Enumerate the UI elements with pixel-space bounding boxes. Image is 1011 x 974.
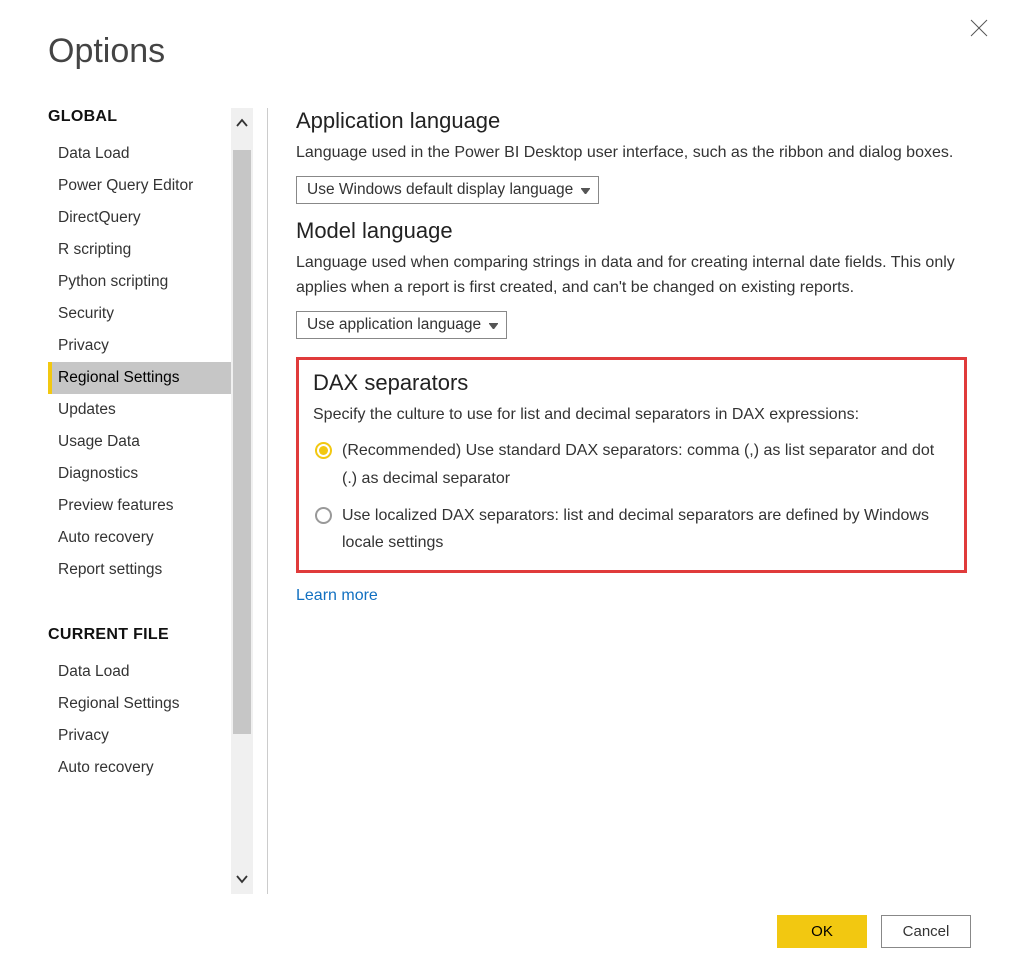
sidebar-item-usage-data[interactable]: Usage Data bbox=[48, 426, 231, 458]
sidebar-item-power-query-editor[interactable]: Power Query Editor bbox=[48, 170, 231, 202]
ok-button[interactable]: OK bbox=[777, 915, 867, 948]
scroll-thumb[interactable] bbox=[233, 150, 251, 734]
app-language-heading: Application language bbox=[296, 108, 967, 134]
app-language-value: Use Windows default display language bbox=[307, 181, 573, 199]
dax-separators-highlight: DAX separators Specify the culture to us… bbox=[296, 357, 967, 573]
sidebar-item-cf-regional-settings[interactable]: Regional Settings bbox=[48, 688, 231, 720]
dialog-title: Options bbox=[0, 0, 1011, 71]
dax-radio-recommended-label: (Recommended) Use standard DAX separator… bbox=[342, 437, 950, 491]
sidebar-item-diagnostics[interactable]: Diagnostics bbox=[48, 458, 231, 490]
main-panel: Application language Language used in th… bbox=[268, 108, 971, 894]
sidebar-item-r-scripting[interactable]: R scripting bbox=[48, 234, 231, 266]
sidebar-scrollbar[interactable] bbox=[231, 108, 253, 894]
sidebar-header-current-file: CURRENT FILE bbox=[48, 626, 231, 644]
sidebar-item-python-scripting[interactable]: Python scripting bbox=[48, 266, 231, 298]
sidebar-item-cf-data-load[interactable]: Data Load bbox=[48, 656, 231, 688]
cancel-button[interactable]: Cancel bbox=[881, 915, 971, 948]
sidebar: GLOBAL Data Load Power Query Editor Dire… bbox=[48, 108, 231, 894]
dax-separators-heading: DAX separators bbox=[313, 370, 950, 396]
sidebar-item-security[interactable]: Security bbox=[48, 298, 231, 330]
dialog-footer: OK Cancel bbox=[777, 915, 971, 948]
radio-icon bbox=[315, 442, 332, 459]
app-language-desc: Language used in the Power BI Desktop us… bbox=[296, 140, 967, 166]
dax-radio-recommended[interactable]: (Recommended) Use standard DAX separator… bbox=[313, 437, 950, 491]
chevron-up-icon bbox=[235, 118, 249, 128]
scroll-up-button[interactable] bbox=[231, 108, 253, 138]
model-language-heading: Model language bbox=[296, 218, 967, 244]
sidebar-header-global: GLOBAL bbox=[48, 108, 231, 126]
dax-separators-desc: Specify the culture to use for list and … bbox=[313, 402, 950, 428]
sidebar-item-data-load[interactable]: Data Load bbox=[48, 138, 231, 170]
caret-down-icon bbox=[581, 181, 590, 199]
model-language-desc: Language used when comparing strings in … bbox=[296, 250, 967, 301]
app-language-dropdown[interactable]: Use Windows default display language bbox=[296, 176, 599, 204]
sidebar-item-regional-settings[interactable]: Regional Settings bbox=[48, 362, 231, 394]
sidebar-item-cf-privacy[interactable]: Privacy bbox=[48, 720, 231, 752]
sidebar-item-preview-features[interactable]: Preview features bbox=[48, 490, 231, 522]
sidebar-item-directquery[interactable]: DirectQuery bbox=[48, 202, 231, 234]
close-icon bbox=[970, 19, 988, 37]
model-language-value: Use application language bbox=[307, 316, 481, 334]
sidebar-item-updates[interactable]: Updates bbox=[48, 394, 231, 426]
dax-radio-localized-label: Use localized DAX separators: list and d… bbox=[342, 502, 950, 556]
sidebar-item-privacy[interactable]: Privacy bbox=[48, 330, 231, 362]
scroll-down-button[interactable] bbox=[231, 864, 253, 894]
radio-icon bbox=[315, 507, 332, 524]
dax-radio-localized[interactable]: Use localized DAX separators: list and d… bbox=[313, 502, 950, 556]
sidebar-item-auto-recovery[interactable]: Auto recovery bbox=[48, 522, 231, 554]
model-language-dropdown[interactable]: Use application language bbox=[296, 311, 507, 339]
caret-down-icon bbox=[489, 316, 498, 334]
close-button[interactable] bbox=[967, 16, 991, 40]
chevron-down-icon bbox=[235, 874, 249, 884]
sidebar-item-cf-auto-recovery[interactable]: Auto recovery bbox=[48, 752, 231, 784]
sidebar-item-report-settings[interactable]: Report settings bbox=[48, 554, 231, 586]
learn-more-link[interactable]: Learn more bbox=[296, 587, 378, 605]
